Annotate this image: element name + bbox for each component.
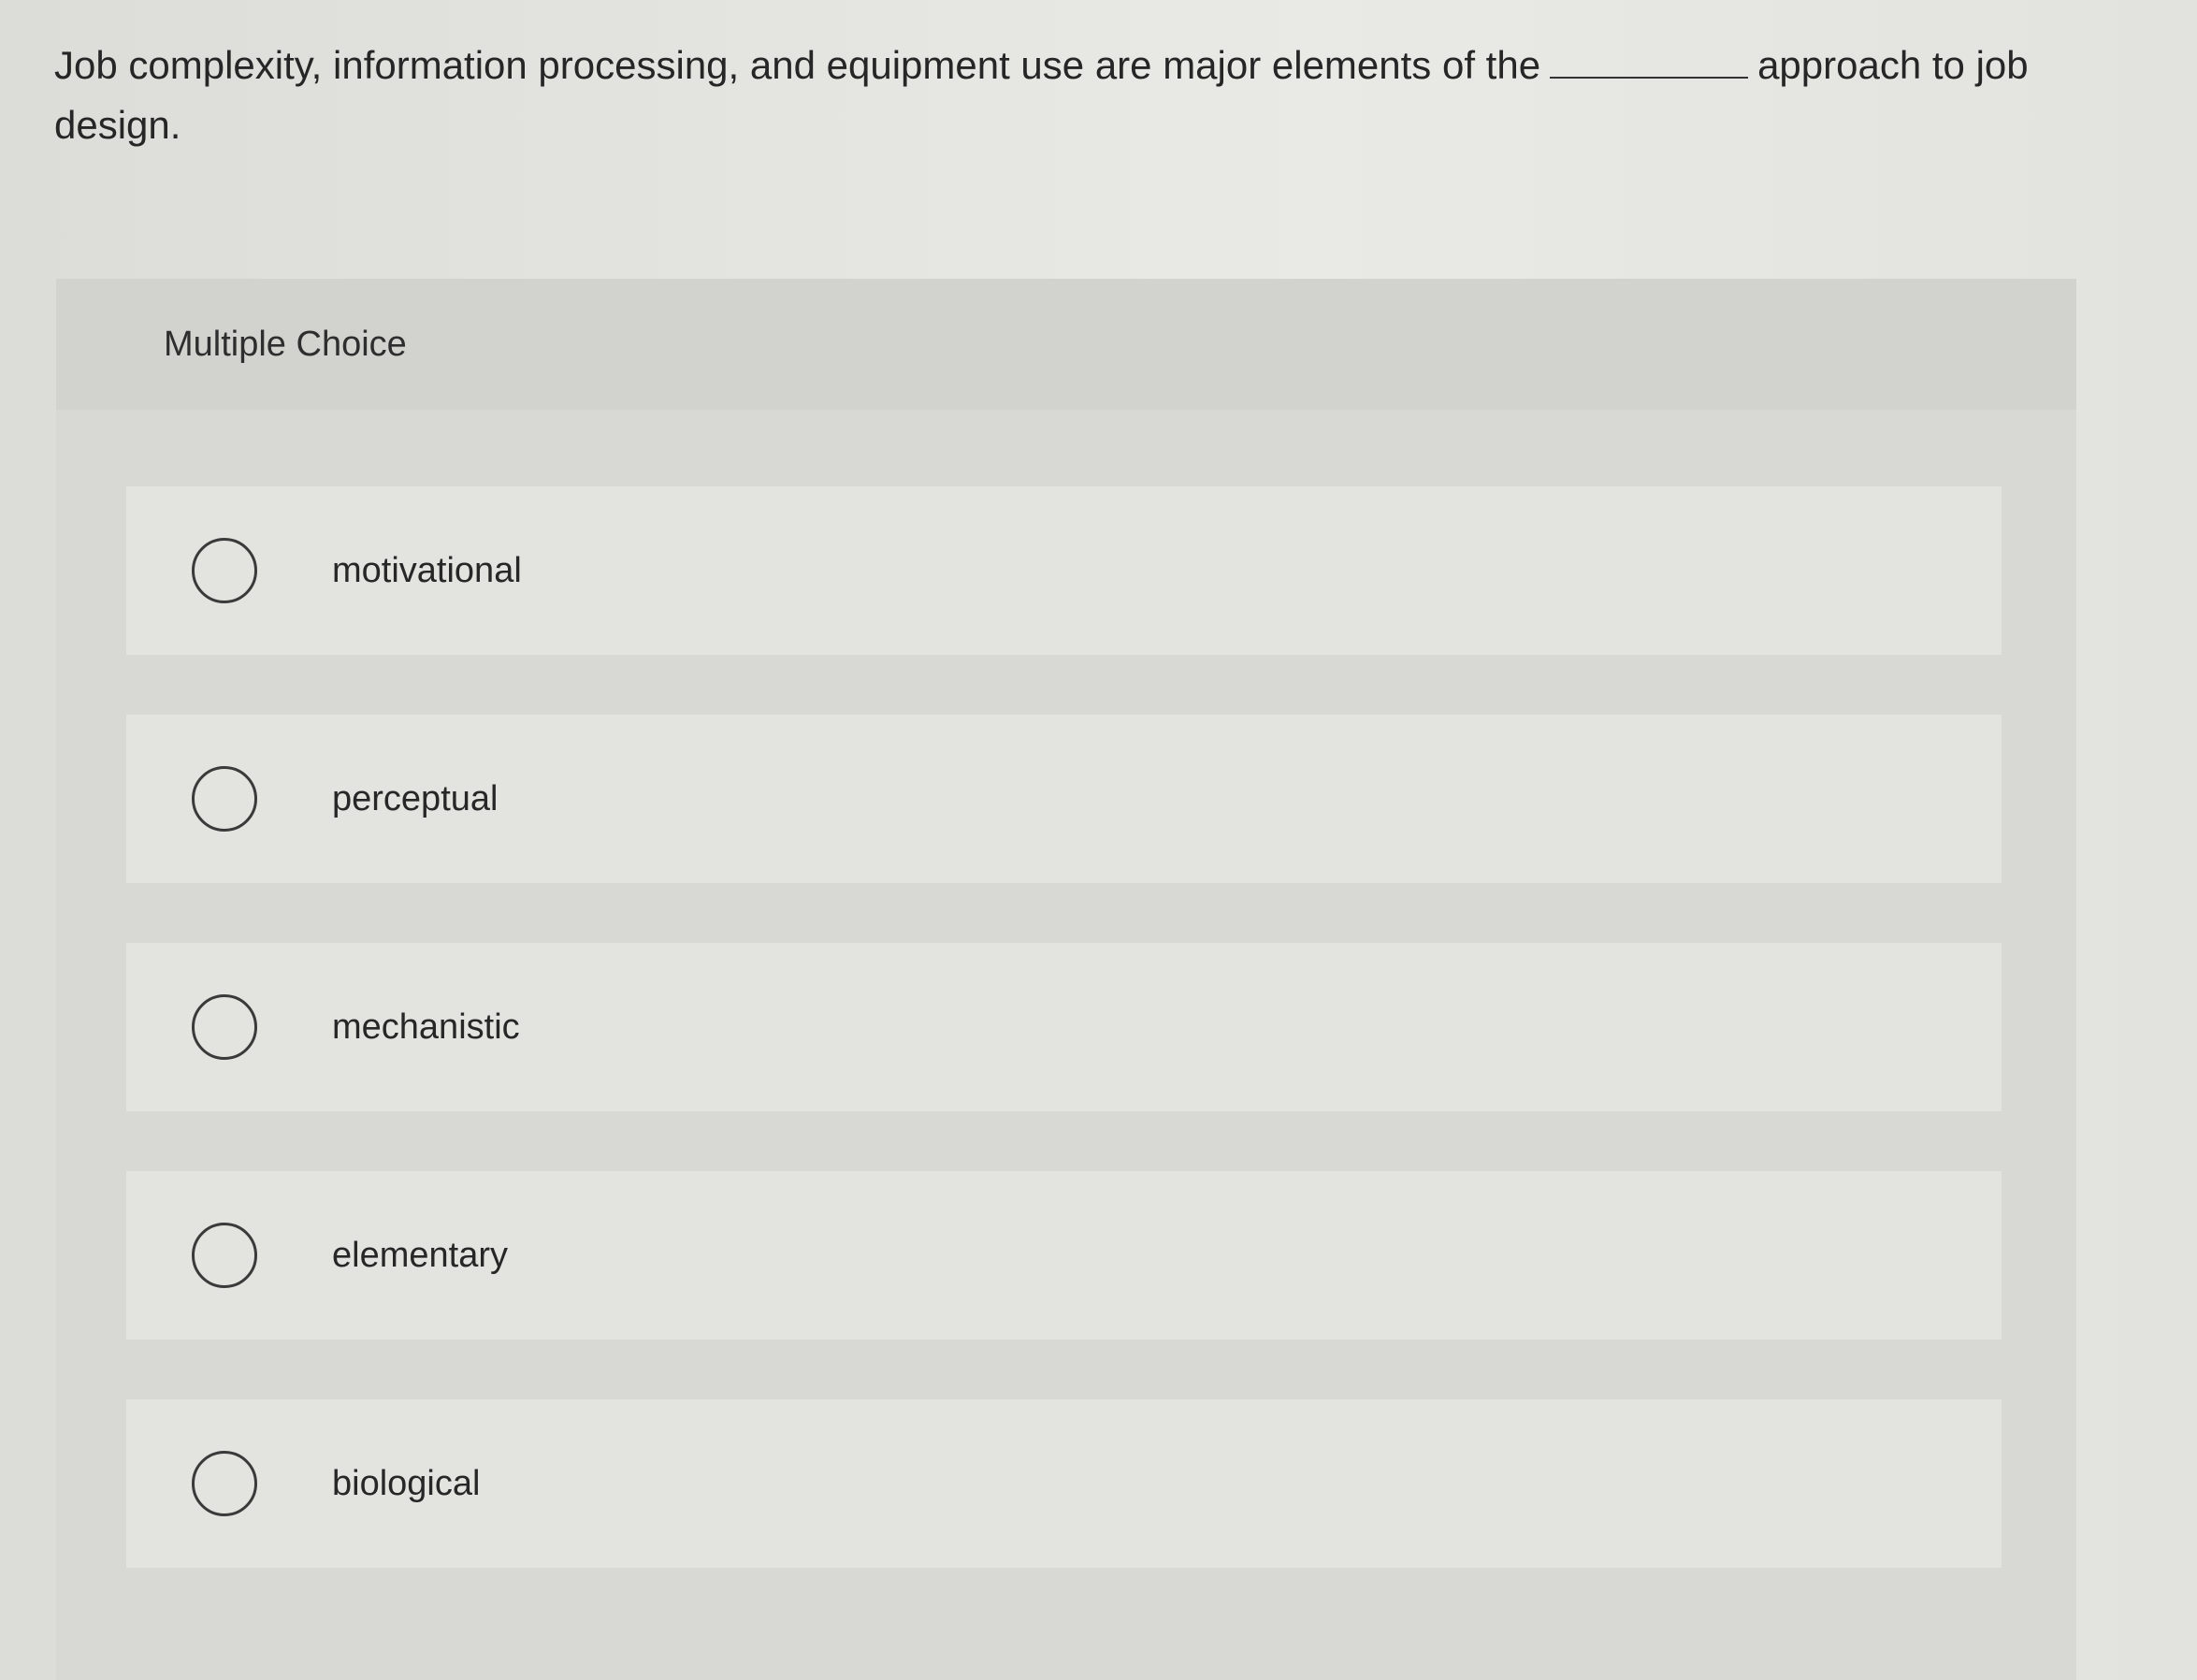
option-label: biological [332, 1463, 481, 1503]
radio-button-icon[interactable] [192, 538, 257, 603]
option-label: elementary [332, 1235, 508, 1275]
option-motivational[interactable]: motivational [126, 486, 2002, 655]
multiple-choice-panel: Multiple Choice motivational perceptual … [56, 279, 2076, 1680]
multiple-choice-title: Multiple Choice [164, 324, 407, 364]
option-label: perceptual [332, 778, 499, 818]
radio-button-icon[interactable] [192, 766, 257, 832]
option-elementary[interactable]: elementary [126, 1171, 2002, 1340]
answer-blank [1550, 45, 1749, 79]
option-label: mechanistic [332, 1007, 520, 1047]
option-perceptual[interactable]: perceptual [126, 715, 2002, 883]
option-mechanistic[interactable]: mechanistic [126, 943, 2002, 1111]
radio-button-icon[interactable] [192, 994, 257, 1060]
question-text: Job complexity, information processing, … [54, 36, 2093, 155]
question-text-before: Job complexity, information processing, … [54, 43, 1541, 87]
option-biological[interactable]: biological [126, 1399, 2002, 1568]
radio-button-icon[interactable] [192, 1223, 257, 1288]
radio-button-icon[interactable] [192, 1451, 257, 1516]
option-label: motivational [332, 550, 522, 590]
multiple-choice-header: Multiple Choice [56, 279, 2076, 410]
